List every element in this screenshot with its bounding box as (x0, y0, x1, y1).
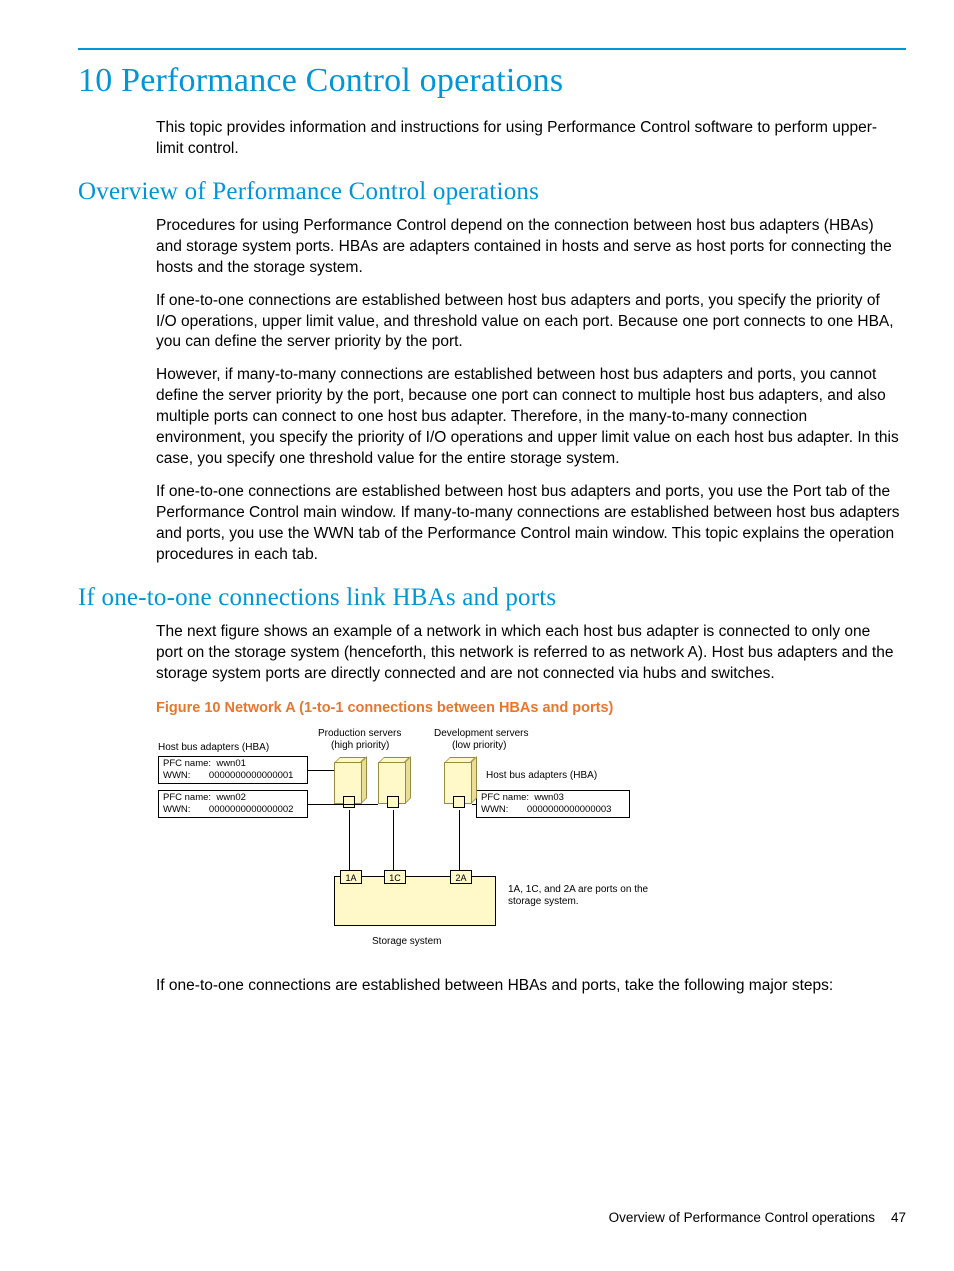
wire-hba3-h (472, 804, 476, 805)
footer-text: Overview of Performance Control operatio… (609, 1210, 875, 1225)
hba1-wwn: 0000000000000001 (209, 770, 294, 781)
server-3-port (453, 796, 465, 808)
hba2-pfc: wwn02 (216, 792, 246, 803)
hba1-wwn-label: WWN: (163, 770, 190, 781)
hba-box-2: PFC name: wwn02 WWN: 0000000000000002 (158, 790, 308, 818)
server-1 (334, 762, 362, 804)
top-rule (78, 48, 906, 50)
hba3-pfc-label: PFC name: (481, 792, 529, 803)
label-high-priority: (high priority) (331, 740, 389, 752)
overview-p4: If one-to-one connections are establishe… (156, 482, 900, 566)
hba2-wwn: 0000000000000002 (209, 804, 294, 815)
figure-diagram: Production servers (high priority) Devel… (156, 728, 696, 958)
onetoone-p1: The next figure shows an example of a ne… (156, 622, 900, 685)
label-storage-system: Storage system (372, 936, 441, 948)
wire-s3-port (459, 810, 460, 870)
server-1-port (343, 796, 355, 808)
hba-box-3: PFC name: wwn03 WWN: 0000000000000003 (476, 790, 630, 818)
overview-p2: If one-to-one connections are establishe… (156, 291, 900, 354)
port-2a: 2A (450, 870, 472, 884)
hba3-wwn-label: WWN: (481, 804, 508, 815)
hba2-pfc-label: PFC name: (163, 792, 211, 803)
hba3-pfc: wwn03 (534, 792, 564, 803)
figure-caption: Figure 10 Network A (1-to-1 connections … (156, 700, 900, 716)
label-production-servers: Production servers (318, 728, 401, 740)
wire-s2-port (393, 810, 394, 870)
page-footer: Overview of Performance Control operatio… (609, 1210, 906, 1225)
label-development-servers: Development servers (434, 728, 528, 740)
section-heading-overview: Overview of Performance Control operatio… (78, 178, 906, 206)
footer-page-number: 47 (891, 1210, 906, 1225)
label-hba-right: Host bus adapters (HBA) (486, 770, 597, 782)
port-1a: 1A (340, 870, 362, 884)
wire-hba2-h (308, 804, 378, 805)
onetoone-p2: If one-to-one connections are establishe… (156, 976, 900, 997)
wire-hba1 (308, 770, 334, 771)
port-1c: 1C (384, 870, 406, 884)
label-hba-left: Host bus adapters (HBA) (158, 742, 269, 754)
hba1-pfc-label: PFC name: (163, 758, 211, 769)
overview-p3: However, if many-to-many connections are… (156, 365, 900, 470)
label-ports-note: 1A, 1C, and 2A are ports on the storage … (508, 884, 658, 908)
server-3 (444, 762, 472, 804)
hba1-pfc: wwn01 (216, 758, 246, 769)
section-heading-onetoone: If one-to-one connections link HBAs and … (78, 584, 906, 612)
label-low-priority: (low priority) (452, 740, 506, 752)
wire-s1-port (349, 810, 350, 870)
intro-paragraph: This topic provides information and inst… (156, 118, 900, 160)
hba2-wwn-label: WWN: (163, 804, 190, 815)
hba3-wwn: 0000000000000003 (527, 804, 612, 815)
server-2-port (387, 796, 399, 808)
chapter-heading: 10 Performance Control operations (78, 62, 906, 100)
hba-box-1: PFC name: wwn01 WWN: 0000000000000001 (158, 756, 308, 784)
server-2 (378, 762, 406, 804)
overview-p1: Procedures for using Performance Control… (156, 216, 900, 279)
